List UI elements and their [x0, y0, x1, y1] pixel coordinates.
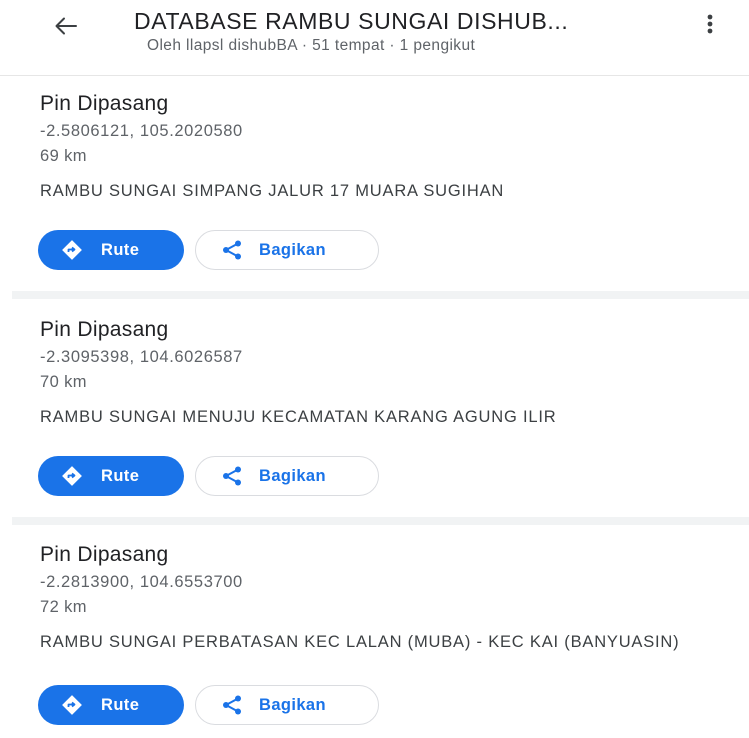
share-button[interactable]: Bagikan — [195, 230, 379, 270]
directions-icon — [62, 695, 82, 715]
share-icon — [223, 695, 241, 715]
more-vert-icon — [707, 14, 713, 34]
place-distance: 72 km — [40, 598, 87, 616]
place-distance: 69 km — [40, 147, 87, 165]
directions-icon — [62, 240, 82, 260]
place-description: RAMBU SUNGAI MENUJU KECAMATAN KARANG AGU… — [40, 408, 557, 426]
arrow-left-icon — [55, 17, 77, 35]
directions-icon — [62, 466, 82, 486]
place-description: RAMBU SUNGAI SIMPANG JALUR 17 MUARA SUGI… — [40, 182, 505, 200]
place-coordinates: -2.3095398, 104.6026587 — [40, 348, 243, 366]
more-options-button[interactable] — [692, 6, 728, 42]
list-title: DATABASE RAMBU SUNGAI DISHUB... — [134, 8, 569, 34]
place-title: Pin Dipasang — [40, 92, 169, 115]
route-button[interactable]: Rute — [38, 685, 184, 725]
place-coordinates: -2.5806121, 105.2020580 — [40, 122, 243, 140]
share-icon — [223, 466, 241, 486]
route-button[interactable]: Rute — [38, 230, 184, 270]
place-card[interactable]: Pin Dipasang -2.5806121, 105.2020580 69 … — [0, 92, 749, 282]
place-card[interactable]: Pin Dipasang -2.3095398, 104.6026587 70 … — [0, 318, 749, 508]
route-label: Rute — [101, 240, 140, 259]
place-title: Pin Dipasang — [40, 543, 169, 566]
route-button[interactable]: Rute — [38, 456, 184, 496]
place-coordinates: -2.2813900, 104.6553700 — [40, 573, 243, 591]
card-divider — [12, 517, 749, 525]
share-button[interactable]: Bagikan — [195, 456, 379, 496]
place-card[interactable]: Pin Dipasang -2.2813900, 104.6553700 72 … — [0, 543, 749, 738]
route-label: Rute — [101, 466, 140, 485]
app-screen: DATABASE RAMBU SUNGAI DISHUB... Oleh lla… — [0, 0, 749, 738]
card-divider — [12, 291, 749, 299]
share-icon — [223, 240, 241, 260]
share-label: Bagikan — [259, 240, 326, 259]
route-label: Rute — [101, 695, 140, 714]
back-button[interactable] — [46, 8, 86, 44]
share-label: Bagikan — [259, 466, 326, 485]
list-subtitle: Oleh llapsl dishubBA · 51 tempat · 1 pen… — [147, 37, 476, 54]
place-title: Pin Dipasang — [40, 318, 169, 341]
place-distance: 70 km — [40, 373, 87, 391]
share-button[interactable]: Bagikan — [195, 685, 379, 725]
place-description: RAMBU SUNGAI PERBATASAN KEC LALAN (MUBA)… — [40, 633, 680, 651]
list-header: DATABASE RAMBU SUNGAI DISHUB... Oleh lla… — [0, 0, 749, 76]
share-label: Bagikan — [259, 695, 326, 714]
